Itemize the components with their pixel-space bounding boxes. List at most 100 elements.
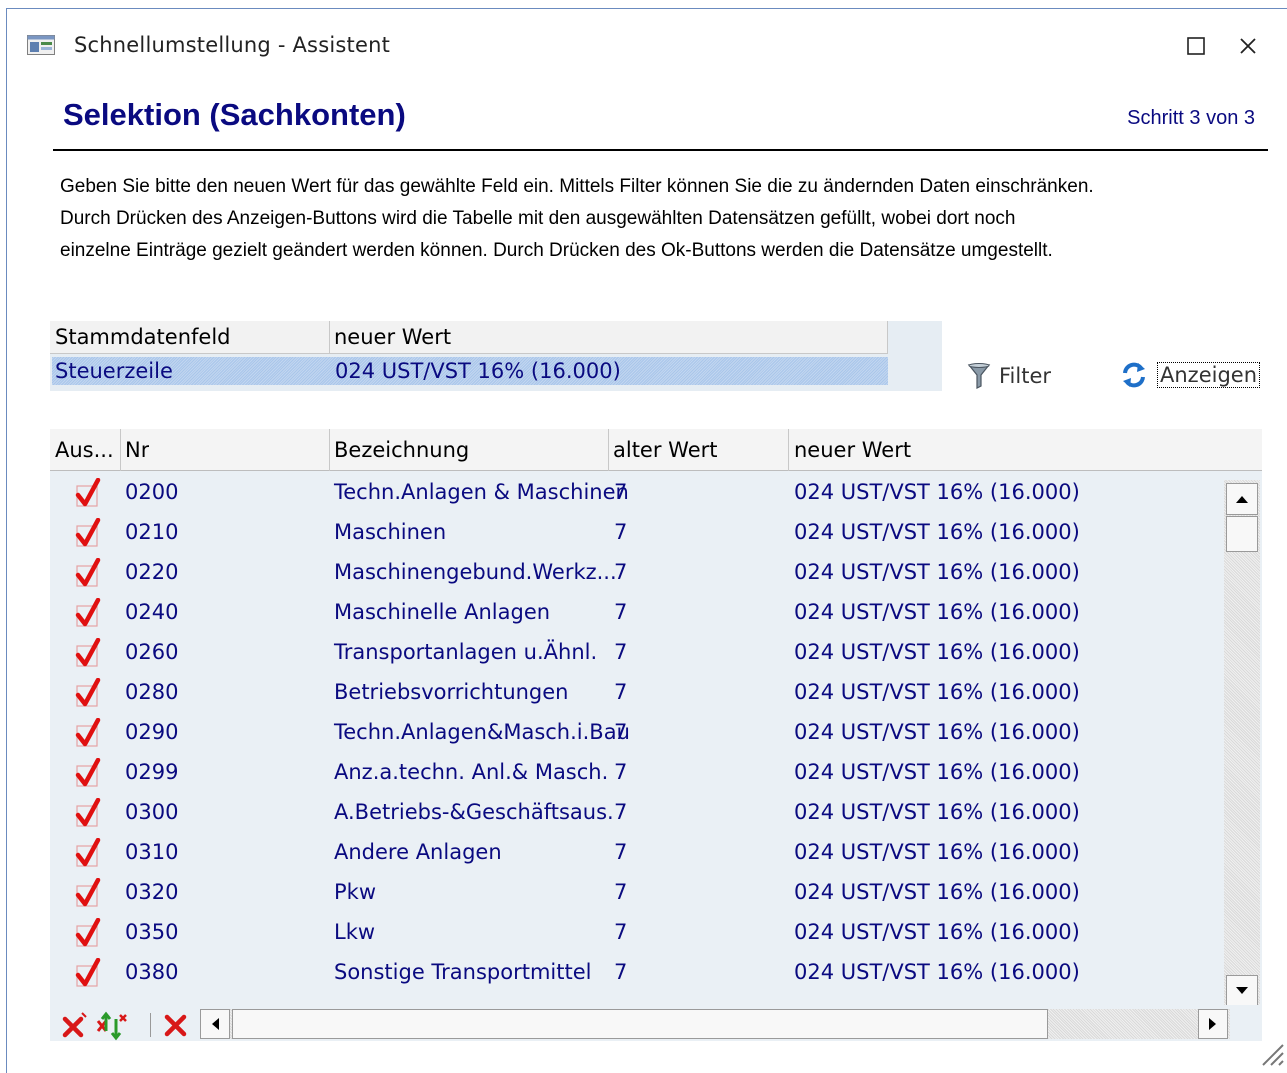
checkmark-icon[interactable] [74,678,102,708]
old-value-cell[interactable]: 7 [614,520,627,544]
uncheck-all-icon[interactable] [60,1011,88,1039]
new-value-cell[interactable]: 024 UST/VST 16% (16.000) [794,520,1080,544]
account-name-cell[interactable]: Techn.Anlagen & Maschinen [334,480,629,504]
old-value-cell[interactable]: 7 [614,920,627,944]
horizontal-scroll-thumb[interactable] [232,1009,1048,1039]
account-number-cell[interactable]: 0260 [125,640,178,664]
table-row[interactable]: 0200 Techn.Anlagen & Maschinen 7 024 UST/VS… [50,473,1222,513]
old-value-cell[interactable]: 7 [614,840,627,864]
checkmark-icon[interactable] [74,518,102,548]
column-header-old-value[interactable]: alter Wert [613,438,718,462]
show-button[interactable]: Anzeigen [1119,358,1261,392]
account-name-cell[interactable]: Maschinengebund.Werkz... [334,560,617,584]
new-value-cell[interactable]: 024 UST/VST 16% (16.000) [794,680,1080,704]
account-number-cell[interactable]: 0299 [125,760,178,784]
new-value-cell[interactable]: 024 UST/VST 16% (16.000) [794,760,1080,784]
old-value-cell[interactable]: 7 [614,600,627,624]
filter-button[interactable]: Filter [967,359,1051,393]
selection-field-cell[interactable]: Steuerzeile [55,359,173,383]
scroll-left-button[interactable] [200,1009,230,1039]
new-value-cell[interactable]: 024 UST/VST 16% (16.000) [794,880,1080,904]
checkmark-icon[interactable] [74,838,102,868]
table-row[interactable]: 0210 Maschinen 7 024 UST/VST 16% (16.000) [50,513,1222,553]
account-name-cell[interactable]: Maschinen [334,520,446,544]
delete-icon[interactable] [162,1011,190,1039]
account-number-cell[interactable]: 0220 [125,560,178,584]
checkmark-icon[interactable] [74,558,102,588]
resize-grip-icon[interactable] [1255,1037,1285,1067]
new-value-cell[interactable]: 024 UST/VST 16% (16.000) [794,920,1080,944]
table-row[interactable]: 0290 Techn.Anlagen&Masch.i.Bau 7 024 UST/VS… [50,713,1222,753]
account-name-cell[interactable]: Betriebsvorrichtungen [334,680,569,704]
old-value-cell[interactable]: 7 [614,760,627,784]
account-number-cell[interactable]: 0240 [125,600,178,624]
new-value-cell[interactable]: 024 UST/VST 16% (16.000) [794,640,1080,664]
checkmark-icon[interactable] [74,918,102,948]
scroll-up-button[interactable] [1226,483,1258,515]
new-value-cell[interactable]: 024 UST/VST 16% (16.000) [794,800,1080,824]
account-number-cell[interactable]: 0310 [125,840,178,864]
checkmark-icon[interactable] [74,878,102,908]
table-row[interactable]: 0380 Sonstige Transportmittel 7 024 UST/VST… [50,953,1222,993]
checkmark-icon[interactable] [74,598,102,628]
column-header-nr[interactable]: Nr [125,438,149,462]
new-value-cell[interactable]: 024 UST/VST 16% (16.000) [794,720,1080,744]
column-header-selected[interactable]: Aus... [55,438,119,462]
table-row[interactable]: 0310 Andere Anlagen 7 024 UST/VST 16% (16.0… [50,833,1222,873]
column-header-new-value[interactable]: neuer Wert [334,325,451,349]
selection-value-cell[interactable]: 024 UST/VST 16% (16.000) [335,359,621,383]
checkmark-icon[interactable] [74,798,102,828]
old-value-cell[interactable]: 7 [614,560,627,584]
table-row[interactable]: 0220 Maschinengebund.Werkz... 7 024 UST/VST… [50,553,1222,593]
horizontal-scrollbar[interactable] [200,1009,1230,1039]
column-header-description[interactable]: Bezeichnung [334,438,469,462]
account-number-cell[interactable]: 0200 [125,480,178,504]
account-name-cell[interactable]: A.Betriebs-&Geschäftsaus. [334,800,614,824]
new-value-cell[interactable]: 024 UST/VST 16% (16.000) [794,480,1080,504]
new-value-cell[interactable]: 024 UST/VST 16% (16.000) [794,600,1080,624]
checkmark-icon[interactable] [74,958,102,988]
table-row[interactable]: 0350 Lkw 7 024 UST/VST 16% (16.000) [50,913,1222,953]
new-value-cell[interactable]: 024 UST/VST 16% (16.000) [794,840,1080,864]
table-row[interactable]: 0240 Maschinelle Anlagen 7 024 UST/VST 16% … [50,593,1222,633]
column-header-field[interactable]: Stammdatenfeld [55,325,231,349]
old-value-cell[interactable]: 7 [614,880,627,904]
new-value-cell[interactable]: 024 UST/VST 16% (16.000) [794,560,1080,584]
column-header-new-value[interactable]: neuer Wert [794,438,911,462]
account-name-cell[interactable]: Maschinelle Anlagen [334,600,550,624]
old-value-cell[interactable]: 7 [614,480,627,504]
account-number-cell[interactable]: 0280 [125,680,178,704]
table-row[interactable]: 0299 Anz.a.techn. Anl.& Masch. 7 024 UST/VS… [50,753,1222,793]
account-number-cell[interactable]: 0290 [125,720,178,744]
table-row[interactable]: 0320 Pkw 7 024 UST/VST 16% (16.000) [50,873,1222,913]
old-value-cell[interactable]: 7 [614,960,627,984]
new-value-cell[interactable]: 024 UST/VST 16% (16.000) [794,960,1080,984]
account-name-cell[interactable]: Anz.a.techn. Anl.& Masch. [334,760,608,784]
scroll-right-button[interactable] [1198,1009,1228,1039]
account-name-cell[interactable]: Andere Anlagen [334,840,502,864]
checkmark-icon[interactable] [74,758,102,788]
account-name-cell[interactable]: Sonstige Transportmittel [334,960,591,984]
checkmark-icon[interactable] [74,638,102,668]
account-number-cell[interactable]: 0320 [125,880,178,904]
checkmark-icon[interactable] [74,718,102,748]
old-value-cell[interactable]: 7 [614,720,627,744]
account-name-cell[interactable]: Lkw [334,920,375,944]
table-row[interactable]: 0280 Betriebsvorrichtungen 7 024 UST/VST 16… [50,673,1222,713]
table-row[interactable]: 0260 Transportanlagen u.Ähnl. 7 024 UST/VST… [50,633,1222,673]
account-name-cell[interactable]: Transportanlagen u.Ähnl. [334,640,597,664]
table-row[interactable]: 0300 A.Betriebs-&Geschäftsaus. 7 024 UST/VS… [50,793,1222,833]
vertical-scroll-thumb[interactable] [1226,516,1258,552]
old-value-cell[interactable]: 7 [614,680,627,704]
vertical-scrollbar[interactable] [1224,480,1260,1008]
account-name-cell[interactable]: Techn.Anlagen&Masch.i.Bau [334,720,630,744]
account-number-cell[interactable]: 0300 [125,800,178,824]
close-button[interactable] [1227,25,1269,67]
selection-row[interactable]: Steuerzeile 024 UST/VST 16% (16.000) [52,357,888,385]
toggle-selection-icon[interactable] [96,1011,132,1041]
maximize-button[interactable] [1175,25,1217,67]
account-number-cell[interactable]: 0350 [125,920,178,944]
account-number-cell[interactable]: 0210 [125,520,178,544]
account-name-cell[interactable]: Pkw [334,880,376,904]
old-value-cell[interactable]: 7 [614,640,627,664]
